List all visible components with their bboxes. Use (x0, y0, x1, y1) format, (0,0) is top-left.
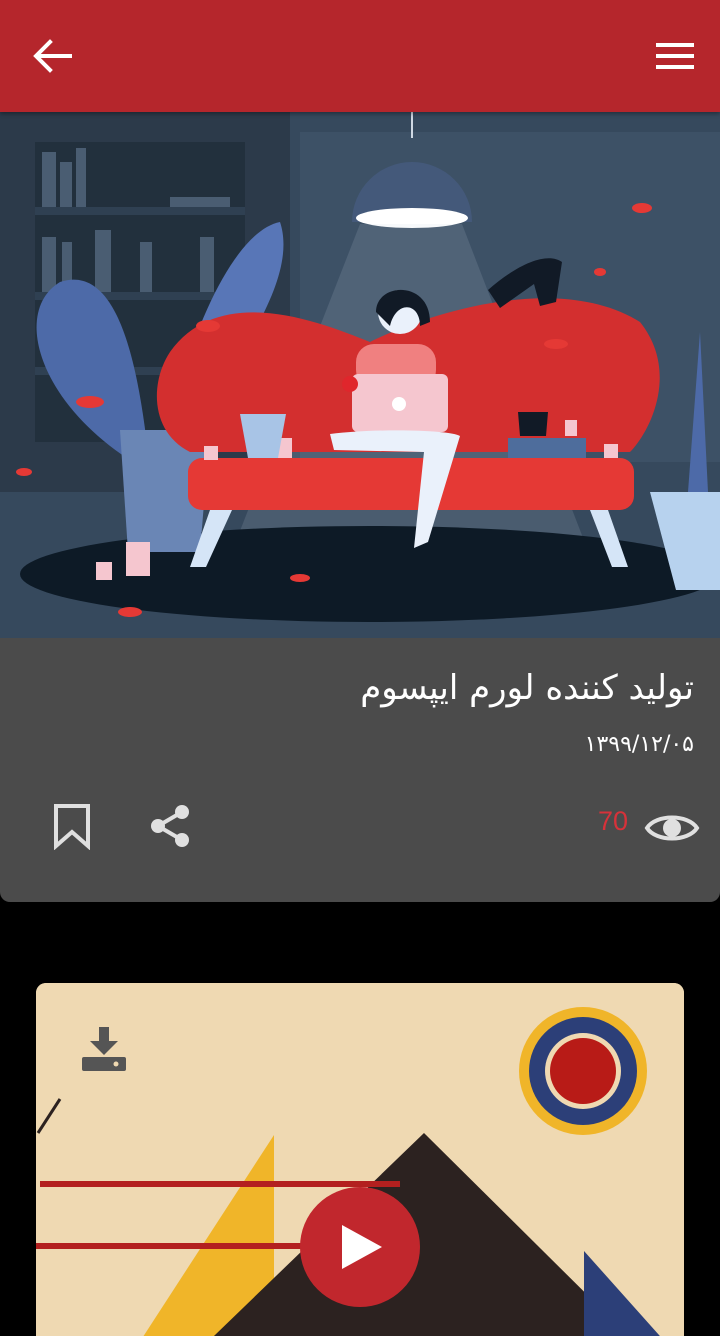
eye-icon (644, 815, 700, 841)
arrow-left-icon[interactable] (30, 36, 74, 76)
article-info-card: تولید کننده لورم ایپسوم ۱۳۹۹/۱۲/۰۵ 70 (0, 638, 720, 902)
video-card (36, 983, 684, 1336)
bookmark-icon[interactable] (50, 802, 94, 850)
article-title: تولید کننده لورم ایپسوم (360, 668, 694, 708)
app-bar (0, 0, 720, 112)
play-button[interactable] (298, 1185, 422, 1309)
article-hero-image (0, 112, 720, 638)
article-date: ۱۳۹۹/۱۲/۰۵ (584, 732, 694, 757)
download-icon[interactable] (78, 1023, 130, 1075)
view-count: 70 (598, 806, 629, 836)
hamburger-menu-icon[interactable] (652, 38, 698, 74)
share-icon[interactable] (146, 802, 194, 850)
